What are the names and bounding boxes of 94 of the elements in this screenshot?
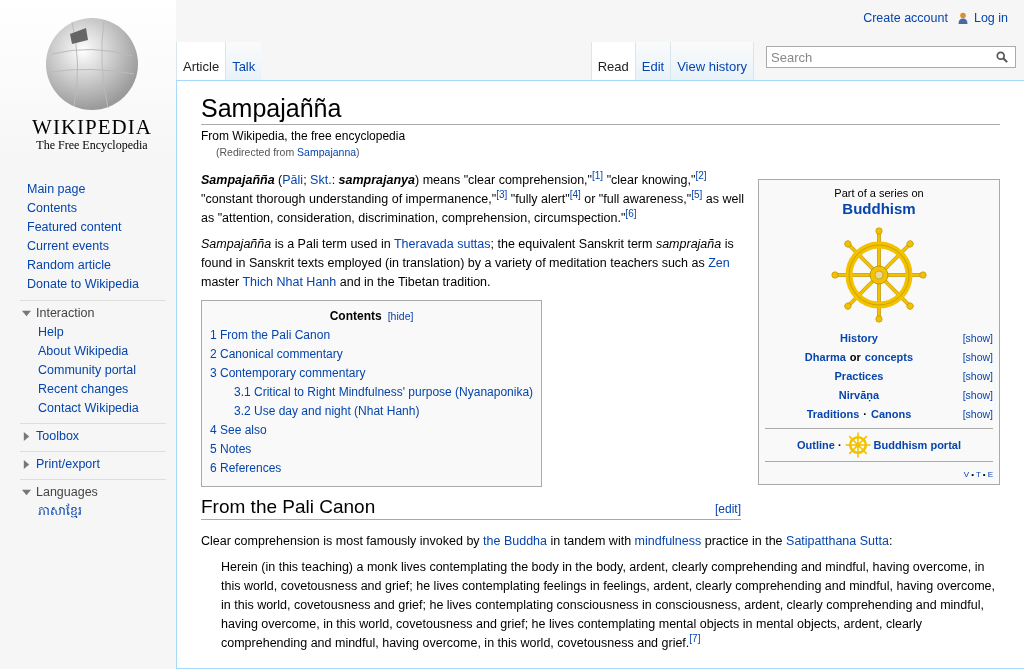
- contents-heading: Contents: [329, 308, 382, 325]
- reference-link[interactable]: [6]: [625, 208, 637, 219]
- dharma-wheel-icon: [844, 432, 871, 458]
- search-field[interactable]: Search: [766, 46, 1016, 68]
- portal-title: Interaction: [36, 305, 95, 322]
- article-paragraph: Sampajañña (Pāli; Skt.: samprajanya) means "clear comprehension,"$^{[1]}$ "clear knowing,"$^{[2]}$ "constant thorough understanding of impermanence,"$^{[3]}$ "fully alert"$^{[4]}$ or "full awareness,"$^{[5]}$ as well as "attention, consideration, discrimination, comprehension, circumspection."$^{[6]}$: [201, 171, 745, 227]
- view-tab[interactable]: Read: [590, 42, 635, 80]
- article-link[interactable]: Skt.: [310, 173, 332, 187]
- disclosure-triangle-icon: [22, 488, 31, 497]
- portal-heading[interactable]: Interaction: [20, 304, 166, 323]
- logo-tagline: The Free Encyclopedia: [36, 138, 148, 152]
- toc-entry-link[interactable]: 6 References: [210, 459, 282, 478]
- article-paragraph: Clear comprehension is most famously invoked by the Buddha in tandem with mindfulness practice in the Satipatthana Sutta:: [201, 533, 894, 550]
- portal-link[interactable]: Help: [38, 323, 64, 342]
- article-link[interactable]: Satipatthana Sutta: [786, 534, 889, 548]
- portal-heading[interactable]: Languages: [20, 483, 166, 502]
- portal-title: Languages: [36, 484, 98, 501]
- separator-dot: •: [982, 469, 986, 481]
- reference-link[interactable]: [7]: [689, 633, 701, 644]
- show-toggle-link[interactable]: [show]: [953, 405, 993, 424]
- navigation-link[interactable]: Featured content: [27, 218, 122, 237]
- portal-title: Print/export: [36, 456, 100, 473]
- search-icon[interactable]: [996, 51, 1008, 63]
- sutta-quotation: Herein (in this teaching) a monk lives contemplating the body in the body, ardent, clearly comprehending and mindful, having overcome, in this world, covetousness and grief; he lives contemplating feelings in feelings, ardent, clearly comprehending and mindful, having overcome, in this world, covetousness and grief; he lives contemplating consciousness in consciousness, ardent, clearly comprehending and mindful, having overcome, in this world, covetousness and grief; he lives contemplating mental objects in mental objects, ardent, clearly comprehending and mindful, having overcome, in this world, covetousness and grief.$^{[7]}$: [221, 559, 997, 652]
- portal-title: Toolbox: [36, 428, 80, 445]
- log-in-link[interactable]: Log in: [973, 11, 1008, 25]
- show-toggle-link[interactable]: [show]: [953, 348, 993, 367]
- separator-dot: ·: [837, 437, 842, 453]
- reference-link[interactable]: [1]: [592, 170, 604, 181]
- series-caption: Part of a series on: [834, 186, 924, 200]
- portal-heading[interactable]: Print/export: [20, 455, 166, 474]
- navbox-link[interactable]: V: [963, 468, 970, 482]
- article-paragraph: Sampajañña is a Pali term used in Theravada suttas; the equivalent Sanskrit term samprajaña is found in Sanskrit texts employed (in translation) by a variety of meditation teachers such as Zen master Thich Nhat Hanh and in the Tibetan tradition.: [201, 236, 735, 291]
- portal-link[interactable]: Contact Wikipedia: [38, 399, 139, 418]
- topic-link[interactable]: Traditions: [806, 408, 860, 420]
- article-link[interactable]: Thich Nhat Hanh: [242, 275, 337, 289]
- edit-section-link[interactable]: [edit]: [715, 500, 741, 519]
- namespace-tab[interactable]: Article: [176, 42, 226, 80]
- topic-link[interactable]: Dharma: [804, 351, 846, 363]
- disclosure-triangle-icon: [22, 309, 31, 318]
- toc-entry-link[interactable]: 3.1 Critical to Right Mindfulness' purpose (Nyanaponika): [234, 383, 534, 402]
- create-account-link[interactable]: Create account: [863, 11, 948, 25]
- toc-entry-link[interactable]: 3.2 Use day and night (Nhat Hanh): [234, 402, 420, 421]
- toc-entry-link[interactable]: 4 See also: [210, 421, 267, 440]
- topic-link[interactable]: concepts: [864, 351, 914, 363]
- toc-entry-link[interactable]: 3 Contemporary commentary: [210, 364, 366, 383]
- navigation-link[interactable]: Main page: [27, 180, 86, 199]
- portal-link[interactable]: Community portal: [38, 361, 136, 380]
- topic-connector: or: [849, 351, 861, 363]
- user-icon: [957, 12, 968, 24]
- show-toggle-link[interactable]: [show]: [953, 367, 993, 386]
- section-heading: From the Pali Canon: [201, 495, 376, 519]
- portal-link[interactable]: ភាសាខ្មែរ: [38, 502, 82, 521]
- portal-link[interactable]: Recent changes: [38, 380, 129, 399]
- toc-entry-link[interactable]: 1 From the Pali Canon: [210, 326, 331, 345]
- topic-link[interactable]: History: [840, 332, 878, 344]
- show-toggle-link[interactable]: [show]: [953, 329, 993, 348]
- navigation-link[interactable]: Current events: [27, 237, 109, 256]
- portal-link[interactable]: About Wikipedia: [38, 342, 129, 361]
- navigation-link[interactable]: Random article: [27, 256, 112, 275]
- redirect-note: (Redirected from Sampajanna): [216, 145, 361, 159]
- reference-link[interactable]: [5]: [691, 189, 703, 200]
- namespace-tab[interactable]: Talk: [225, 42, 262, 80]
- disclosure-triangle-icon: [22, 432, 31, 441]
- topic-link[interactable]: Practices: [834, 370, 884, 382]
- toc-entry-link[interactable]: 2 Canonical commentary: [210, 345, 343, 364]
- article-title: Sampajañña: [201, 93, 1000, 125]
- topic-link[interactable]: Nirvāṇa: [838, 389, 880, 401]
- article-link[interactable]: Zen: [708, 256, 730, 270]
- wikipedia-wordmark: WIKIPEDIA: [32, 116, 152, 138]
- toc-entry-link[interactable]: 5 Notes: [210, 440, 252, 459]
- navbox-link[interactable]: E: [987, 468, 993, 482]
- portal-link[interactable]: Buddhism portal: [873, 435, 961, 455]
- reference-link[interactable]: [3]: [496, 189, 508, 200]
- reference-link[interactable]: [2]: [695, 170, 707, 181]
- separator-dot: •: [971, 469, 974, 481]
- navbox-link[interactable]: T: [975, 468, 981, 482]
- navigation-link[interactable]: Contents: [27, 199, 78, 218]
- outline-link[interactable]: Outline: [797, 435, 835, 455]
- navigation-link[interactable]: Donate to Wikipedia: [27, 275, 139, 294]
- series-title-link[interactable]: Buddhism: [842, 200, 916, 217]
- article-link[interactable]: the Buddha: [483, 534, 548, 548]
- article-link[interactable]: Theravada suttas: [393, 237, 491, 251]
- article-tagline: From Wikipedia, the free encyclopedia: [201, 128, 407, 145]
- show-toggle-link[interactable]: [show]: [953, 386, 993, 405]
- topic-connector: ·: [863, 408, 867, 420]
- reference-link[interactable]: [4]: [569, 189, 581, 200]
- article-link[interactable]: mindfulness: [634, 534, 702, 548]
- hide-toggle-link[interactable]: [hide]: [387, 307, 414, 326]
- topic-link[interactable]: Canons: [870, 408, 912, 420]
- view-tab[interactable]: Edit: [634, 42, 671, 80]
- disclosure-triangle-icon: [22, 460, 31, 469]
- view-tab[interactable]: View history: [670, 42, 754, 80]
- portal-heading[interactable]: Toolbox: [20, 427, 166, 446]
